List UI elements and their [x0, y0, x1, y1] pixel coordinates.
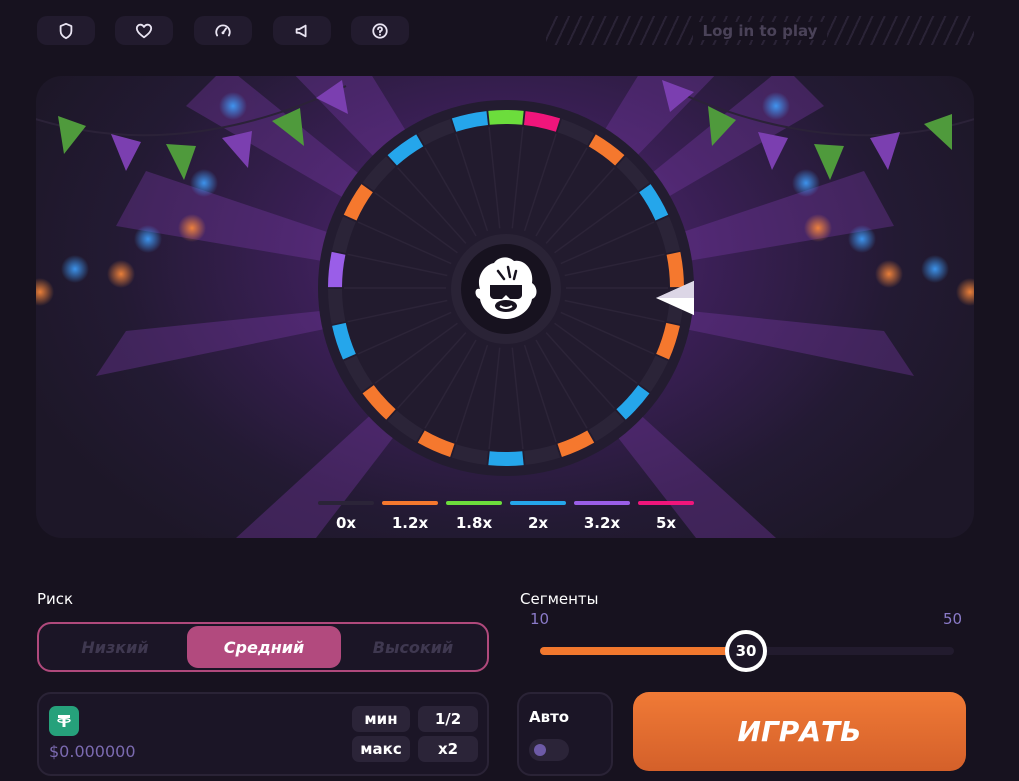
half-bet-button[interactable]: 1/2	[418, 706, 478, 732]
sound-button[interactable]	[273, 16, 331, 45]
segments-label: Сегменты	[520, 590, 599, 608]
legend-item-3-2x: 3.2x	[574, 501, 630, 532]
risk-medium-button[interactable]: Средний	[187, 626, 341, 668]
auto-label: Авто	[529, 708, 570, 726]
max-bet-button[interactable]: макс	[352, 736, 410, 762]
speed-button[interactable]	[194, 16, 252, 45]
login-text: Log in to play	[692, 21, 828, 40]
megaphone-icon	[295, 24, 307, 37]
legend-item-1-8x: 1.8x	[446, 501, 502, 532]
auto-toggle-knob	[534, 744, 546, 756]
auto-toggle[interactable]	[529, 739, 569, 761]
segments-min: 10	[530, 610, 550, 628]
legend-item-2x: 2x	[510, 501, 566, 532]
multiplier-legend: 0x 1.2x 1.8x 2x 3.2x 5x	[318, 501, 694, 532]
shield-icon	[59, 22, 73, 39]
play-button[interactable]: ИГРАТЬ	[633, 692, 966, 771]
double-bet-button[interactable]: x2	[418, 736, 478, 762]
risk-selector: Низкий Средний Высокий	[37, 622, 489, 672]
wheel	[318, 100, 694, 476]
wheel-segment	[488, 451, 524, 467]
segments-max: 50	[943, 610, 963, 628]
wheel-segment	[488, 110, 524, 125]
min-bet-button[interactable]: мин	[352, 706, 410, 732]
top-bar: Log in to play	[0, 0, 1019, 62]
login-link[interactable]: Log in to play	[546, 16, 974, 45]
legend-item-5x: 5x	[638, 501, 694, 532]
heart-icon	[135, 23, 153, 38]
legend-item-0x: 0x	[318, 501, 374, 532]
risk-low-button[interactable]: Низкий	[41, 626, 189, 668]
favorite-button[interactable]	[115, 16, 173, 45]
game-stage: 0x 1.2x 1.8x 2x 3.2x 5x	[36, 76, 974, 538]
legend-item-1-2x: 1.2x	[382, 501, 438, 532]
segments-slider-fill	[540, 647, 746, 655]
speedometer-icon	[215, 23, 231, 36]
help-icon	[372, 22, 388, 39]
risk-label: Риск	[37, 590, 74, 608]
bet-panel: $0.000000 мин 1/2 макс x2	[37, 692, 489, 776]
tether-icon	[49, 706, 79, 736]
help-button[interactable]	[351, 16, 409, 45]
segments-slider-thumb[interactable]: 30	[725, 630, 767, 672]
risk-high-button[interactable]: Высокий	[339, 626, 487, 668]
bet-amount[interactable]: $0.000000	[49, 742, 136, 761]
auto-panel: Авто	[517, 692, 613, 776]
shield-button[interactable]	[37, 16, 95, 45]
